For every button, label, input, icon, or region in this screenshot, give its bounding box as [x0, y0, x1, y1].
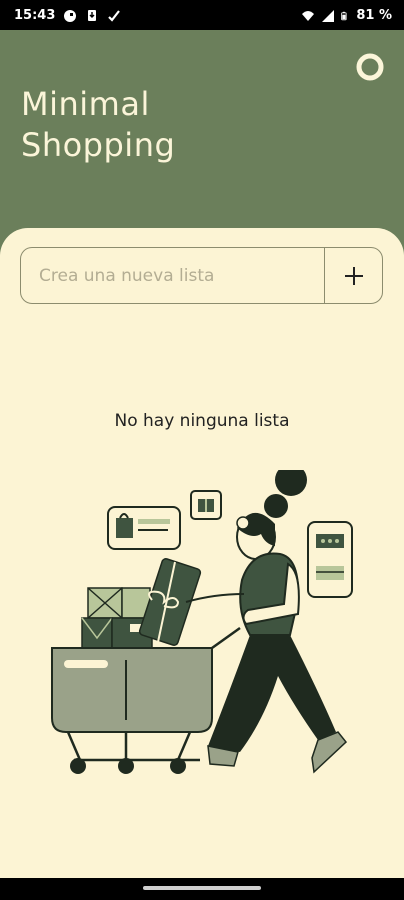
status-right: 81 %	[301, 8, 392, 23]
status-time: 15:43	[14, 8, 56, 23]
app-title-line-2: Shopping	[21, 126, 176, 164]
empty-state-message: No hay ninguna lista	[114, 411, 290, 431]
settings-button[interactable]	[354, 51, 386, 83]
settings-ring-icon	[356, 53, 384, 81]
shopping-cart-illustration	[51, 470, 353, 774]
shopping-bag-card-icon	[107, 506, 181, 550]
battery-level: 81 %	[356, 8, 392, 23]
plus-icon	[344, 266, 363, 285]
wifi-icon	[302, 10, 315, 21]
google-icon	[64, 9, 77, 22]
app-title: Minimal Shopping	[21, 84, 175, 166]
navigation-bar	[0, 878, 404, 900]
add-list-button[interactable]	[324, 248, 382, 303]
home-indicator[interactable]	[143, 886, 261, 890]
check-icon	[108, 9, 121, 22]
lists-panel: No hay ninguna lista	[0, 228, 404, 878]
payment-phone-icon	[307, 521, 353, 598]
download-icon	[88, 9, 97, 21]
new-list-form	[20, 247, 383, 304]
battery-icon	[341, 11, 347, 20]
status-left: 15:43	[14, 8, 121, 23]
status-bar: 15:43 81 %	[0, 0, 404, 30]
new-list-input[interactable]	[21, 248, 324, 303]
app-title-line-1: Minimal	[21, 85, 150, 123]
signal-icon	[322, 9, 335, 22]
gift-card-icon	[190, 490, 222, 520]
